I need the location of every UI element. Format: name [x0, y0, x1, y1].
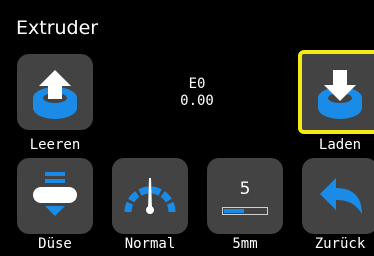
- speedometer-icon: [124, 178, 176, 214]
- page-title: Extruder: [16, 17, 99, 39]
- speed-label: Normal: [124, 236, 176, 252]
- back-button[interactable]: [302, 158, 374, 234]
- extruder-readout: E0 0.00: [150, 76, 244, 110]
- nozzle-icon: [33, 172, 77, 216]
- step-label: 5mm: [232, 236, 258, 252]
- nozzle-button[interactable]: [17, 158, 93, 234]
- back-label: Zurück: [314, 236, 366, 252]
- step-button[interactable]: 5: [207, 158, 283, 234]
- unload-filament-icon: [33, 70, 77, 119]
- back-arrow-icon: [320, 178, 362, 214]
- speed-button[interactable]: [112, 158, 188, 234]
- load-filament-icon: [318, 70, 362, 119]
- extruder-name: E0: [188, 76, 206, 92]
- nozzle-label: Düse: [38, 236, 72, 252]
- load-button[interactable]: [298, 50, 374, 134]
- unload-label: Leeren: [29, 137, 81, 153]
- step-distance-icon: 5: [222, 177, 268, 215]
- step-level-bar: [222, 207, 268, 215]
- unload-button[interactable]: [17, 54, 93, 130]
- extruder-value: 0.00: [180, 93, 214, 109]
- step-value: 5: [239, 179, 251, 199]
- load-label: Laden: [318, 137, 362, 153]
- step-level-fill: [224, 209, 244, 213]
